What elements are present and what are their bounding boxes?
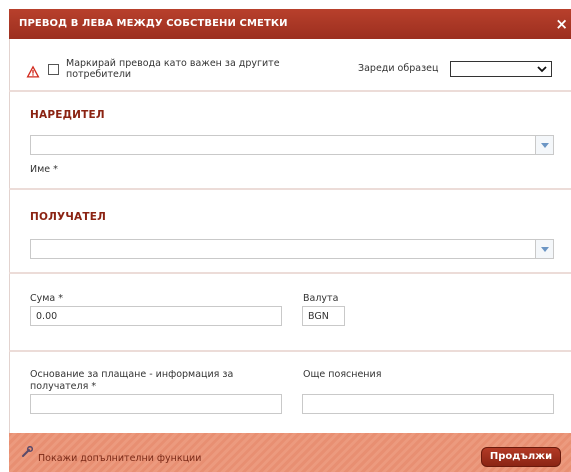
close-icon[interactable]: × [555,15,568,33]
chevron-down-icon [537,66,547,73]
section-divider [9,350,571,352]
continue-button[interactable]: Продължи [481,447,561,467]
warning-icon [26,65,40,78]
load-template-label: Зареди образец [358,63,439,74]
payer-name-combobox[interactable] [30,135,554,155]
payee-section-title: ПОЛУЧАТЕЛ [30,211,106,223]
payer-dropdown-button[interactable] [535,136,553,154]
payer-section-title: НАРЕДИТЕЛ [30,109,105,121]
amount-label: Сума * [30,293,64,304]
amount-input[interactable] [30,306,282,326]
mark-important-label: Маркирай превода като важен за другите п… [66,58,280,80]
section-divider [9,90,571,92]
payee-account-combobox[interactable] [30,239,554,259]
more-functions-link[interactable]: Покажи допълнителни функции [38,453,201,464]
reason-label: Основание за плащане - информация за пол… [30,369,234,392]
triangle-down-icon [541,247,549,252]
dialog-title-bar: ПРЕВОД В ЛЕВА МЕЖДУ СОБСТВЕНИ СМЕТКИ × [9,9,571,39]
section-divider [9,188,571,190]
currency-field [302,306,345,326]
reason-input[interactable] [30,394,282,414]
load-template-select[interactable] [450,61,552,77]
wrench-icon [22,446,33,457]
dialog-title: ПРЕВОД В ЛЕВА МЕЖДУ СОБСТВЕНИ СМЕТКИ [19,18,288,29]
triangle-down-icon [541,143,549,148]
notes-input[interactable] [302,394,554,414]
payee-dropdown-button[interactable] [535,240,553,258]
currency-label: Валута [303,293,339,304]
payer-name-label: Име * [30,164,58,175]
dialog-footer: Покажи допълнителни функции Продължи [9,433,571,472]
section-divider [9,272,571,274]
notes-label: Още пояснения [303,369,382,380]
mark-important-checkbox[interactable] [48,64,59,75]
